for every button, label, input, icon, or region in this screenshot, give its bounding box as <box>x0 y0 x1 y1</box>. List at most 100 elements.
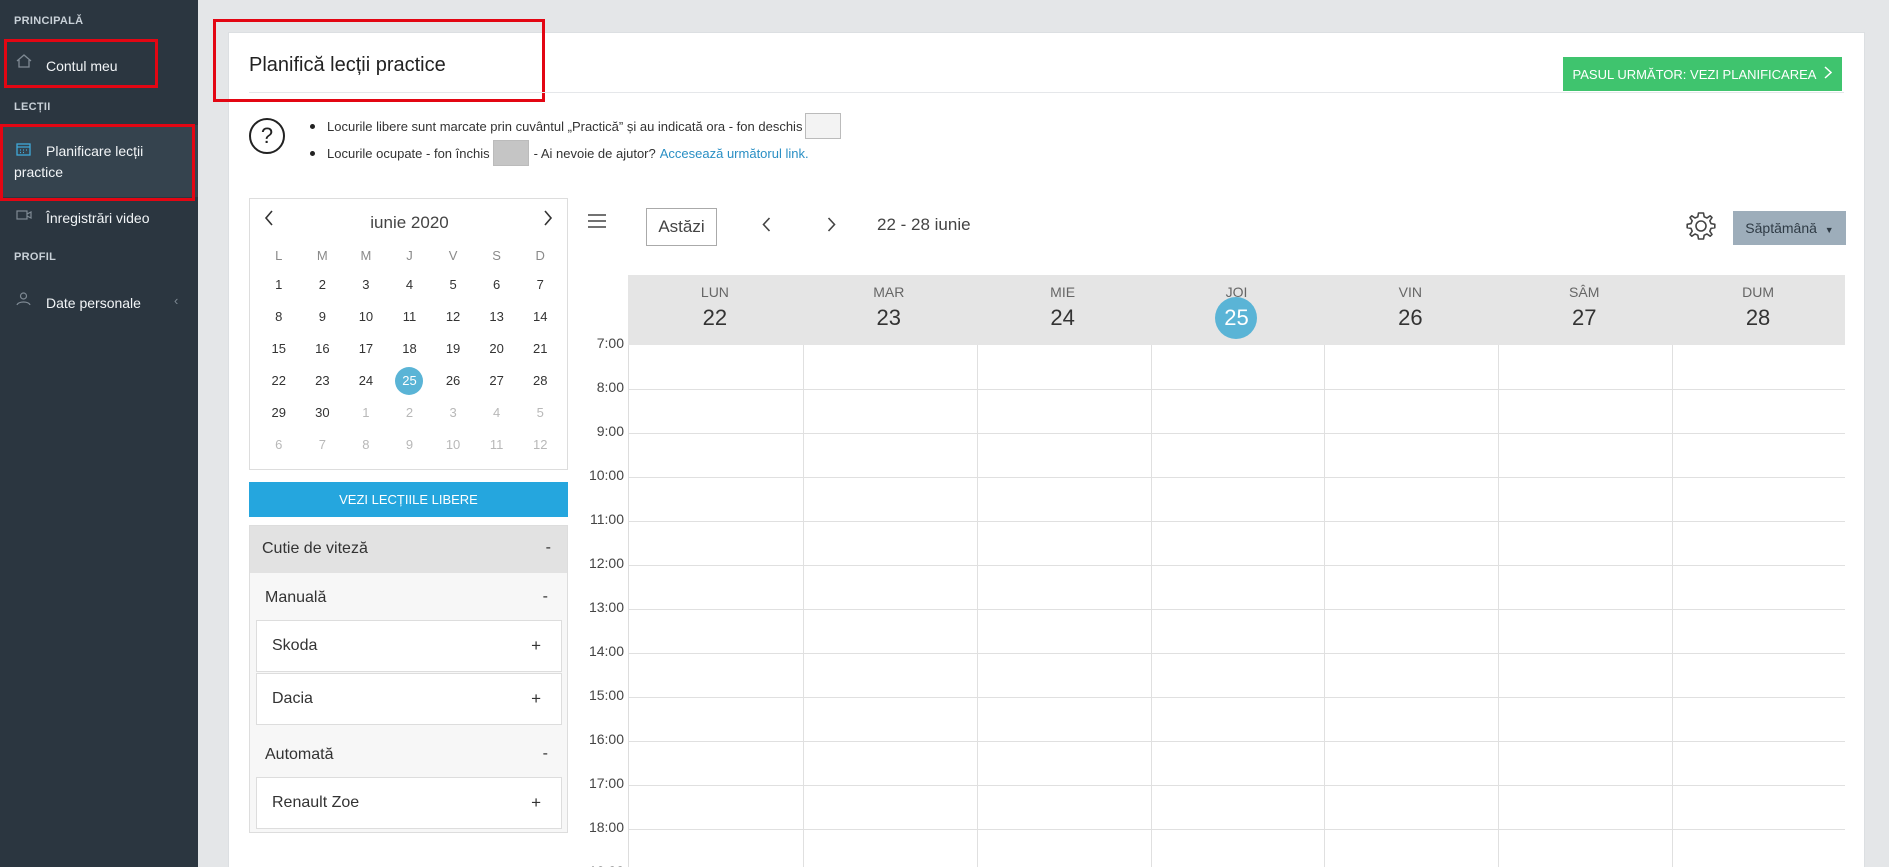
mini-calendar-day[interactable]: 23 <box>301 365 345 397</box>
mini-calendar-day[interactable]: 9 <box>388 429 432 461</box>
mini-calendar-day[interactable]: 7 <box>518 269 562 301</box>
day-column-header[interactable]: SÂM 27 <box>1497 275 1671 345</box>
mini-calendar-day[interactable]: 13 <box>475 301 519 333</box>
legend-help-text: - Ai nevoie de ajutor? <box>533 145 656 161</box>
collapse-icon[interactable]: - <box>543 745 548 763</box>
day-date: 24 <box>976 305 1150 331</box>
mini-calendar-day[interactable]: 9 <box>301 301 345 333</box>
mini-calendar-day[interactable]: 24 <box>344 365 388 397</box>
video-camera-icon <box>16 208 32 224</box>
today-button[interactable]: Astăzi <box>646 208 717 246</box>
day-number: 5 <box>536 405 544 420</box>
mini-calendar-day[interactable]: 6 <box>257 429 301 461</box>
settings-gear-icon[interactable] <box>1685 210 1717 247</box>
mini-calendar-day[interactable]: 4 <box>475 397 519 429</box>
mini-calendar-day[interactable]: 5 <box>518 397 562 429</box>
mini-calendar-day[interactable]: 8 <box>257 301 301 333</box>
day-date: 23 <box>802 305 976 331</box>
mini-calendar-day[interactable]: 19 <box>431 333 475 365</box>
mini-calendar-day[interactable]: 26 <box>431 365 475 397</box>
weekday-header: M <box>360 248 372 263</box>
manual-label[interactable]: Manuală <box>265 589 326 607</box>
time-label: 17:00 <box>588 775 624 791</box>
day-number: 25 <box>395 367 424 395</box>
day-date: 28 <box>1671 305 1845 331</box>
mini-calendar-day[interactable]: 1 <box>257 269 301 301</box>
next-week-icon[interactable] <box>827 217 836 237</box>
day-number: 9 <box>405 437 414 452</box>
highlight-box-title <box>213 19 545 102</box>
mini-calendar-day[interactable]: 6 <box>475 269 519 301</box>
day-number: 3 <box>449 405 457 420</box>
mini-calendar-day[interactable]: 30 <box>301 397 345 429</box>
day-number: 21 <box>532 341 548 356</box>
collapse-icon[interactable]: - <box>543 588 548 606</box>
mini-calendar-day[interactable]: 10 <box>431 429 475 461</box>
mini-calendar-day[interactable]: 28 <box>518 365 562 397</box>
help-icon[interactable]: ? <box>249 118 285 154</box>
weekday-header: L <box>275 248 283 263</box>
next-step-button[interactable]: PASUL URMĂTOR: VEZI PLANIFICAREA <box>1563 57 1842 91</box>
day-number: 1 <box>275 277 283 292</box>
car-option-skoda[interactable]: Skoda + <box>256 620 562 672</box>
mini-calendar-day[interactable]: 22 <box>257 365 301 397</box>
sidebar-item-label: Date personale <box>46 295 141 311</box>
swatch-light <box>805 113 842 139</box>
mini-calendar-day[interactable]: 27 <box>475 365 519 397</box>
mini-calendar-day[interactable]: 2 <box>301 269 345 301</box>
mini-calendar-day[interactable]: 11 <box>475 429 519 461</box>
mini-calendar-day[interactable]: 8 <box>344 429 388 461</box>
mini-calendar-day[interactable]: 7 <box>301 429 345 461</box>
gearbox-header[interactable]: Cutie de viteză - <box>250 526 567 573</box>
day-column-header[interactable]: VIN 26 <box>1323 275 1497 345</box>
car-option-dacia[interactable]: Dacia + <box>256 673 562 725</box>
mini-calendar-day[interactable]: 3 <box>344 269 388 301</box>
mini-calendar-day[interactable]: 21 <box>518 333 562 365</box>
mini-calendar-day[interactable]: 3 <box>431 397 475 429</box>
mini-calendar-day[interactable]: 12 <box>431 301 475 333</box>
menu-icon[interactable] <box>588 213 606 234</box>
day-column-header[interactable]: JOI 25 <box>1150 275 1324 345</box>
day-number: 7 <box>318 437 326 452</box>
mini-calendar-day[interactable]: 10 <box>344 301 388 333</box>
day-column-header[interactable]: MIE 24 <box>976 275 1150 345</box>
mini-calendar-day[interactable]: 1 <box>344 397 388 429</box>
day-date-number: 27 <box>1571 305 1597 330</box>
mini-next-month-icon[interactable] <box>543 209 553 232</box>
week-range: 22 - 28 iunie <box>877 215 971 234</box>
bullet <box>310 123 315 129</box>
automatic-label[interactable]: Automată <box>265 746 333 764</box>
sidebar-item-personal[interactable]: Date personale ‹ <box>0 290 198 320</box>
day-number: 22 <box>271 373 287 388</box>
mini-calendar-day[interactable]: 12 <box>518 429 562 461</box>
day-column-header[interactable]: MAR 23 <box>802 275 976 345</box>
week-grid[interactable] <box>628 345 1845 867</box>
mini-calendar-day[interactable]: 29 <box>257 397 301 429</box>
mini-calendar-day[interactable]: 4 <box>388 269 432 301</box>
sidebar-item-videos[interactable]: Înregistrări video <box>0 204 198 234</box>
sidebar-item-label: Înregistrări video <box>46 210 150 226</box>
time-label: 16:00 <box>588 731 624 747</box>
day-name: LUN <box>700 284 729 300</box>
mini-calendar-day[interactable]: 14 <box>518 301 562 333</box>
day-number: 12 <box>532 437 548 452</box>
mini-calendar-day[interactable]: 15 <box>257 333 301 365</box>
grid-row-divider <box>629 653 1845 654</box>
mini-calendar-day[interactable]: 2 <box>388 397 432 429</box>
mini-calendar-day[interactable]: 16 <box>301 333 345 365</box>
mini-calendar-day[interactable]: 25 <box>388 365 432 397</box>
mini-calendar-day[interactable]: 5 <box>431 269 475 301</box>
mini-calendar-day[interactable]: 18 <box>388 333 432 365</box>
free-lessons-button[interactable]: VEZI LECȚIILE LIBERE <box>249 482 568 517</box>
sidebar-section-main: PRINCIPALĂ <box>14 15 84 27</box>
day-number: 17 <box>358 341 374 356</box>
help-link[interactable]: Accesează următorul link. <box>660 146 809 161</box>
day-column-header[interactable]: LUN 22 <box>628 275 802 345</box>
mini-calendar-day[interactable]: 17 <box>344 333 388 365</box>
mini-calendar-day[interactable]: 11 <box>388 301 432 333</box>
mini-calendar-day[interactable]: 20 <box>475 333 519 365</box>
prev-week-icon[interactable] <box>762 217 771 237</box>
car-option-renault-zoe[interactable]: Renault Zoe + <box>256 777 562 829</box>
day-column-header[interactable]: DUM 28 <box>1671 275 1845 345</box>
view-select-button[interactable]: Săptămână ▼ <box>1733 211 1846 245</box>
